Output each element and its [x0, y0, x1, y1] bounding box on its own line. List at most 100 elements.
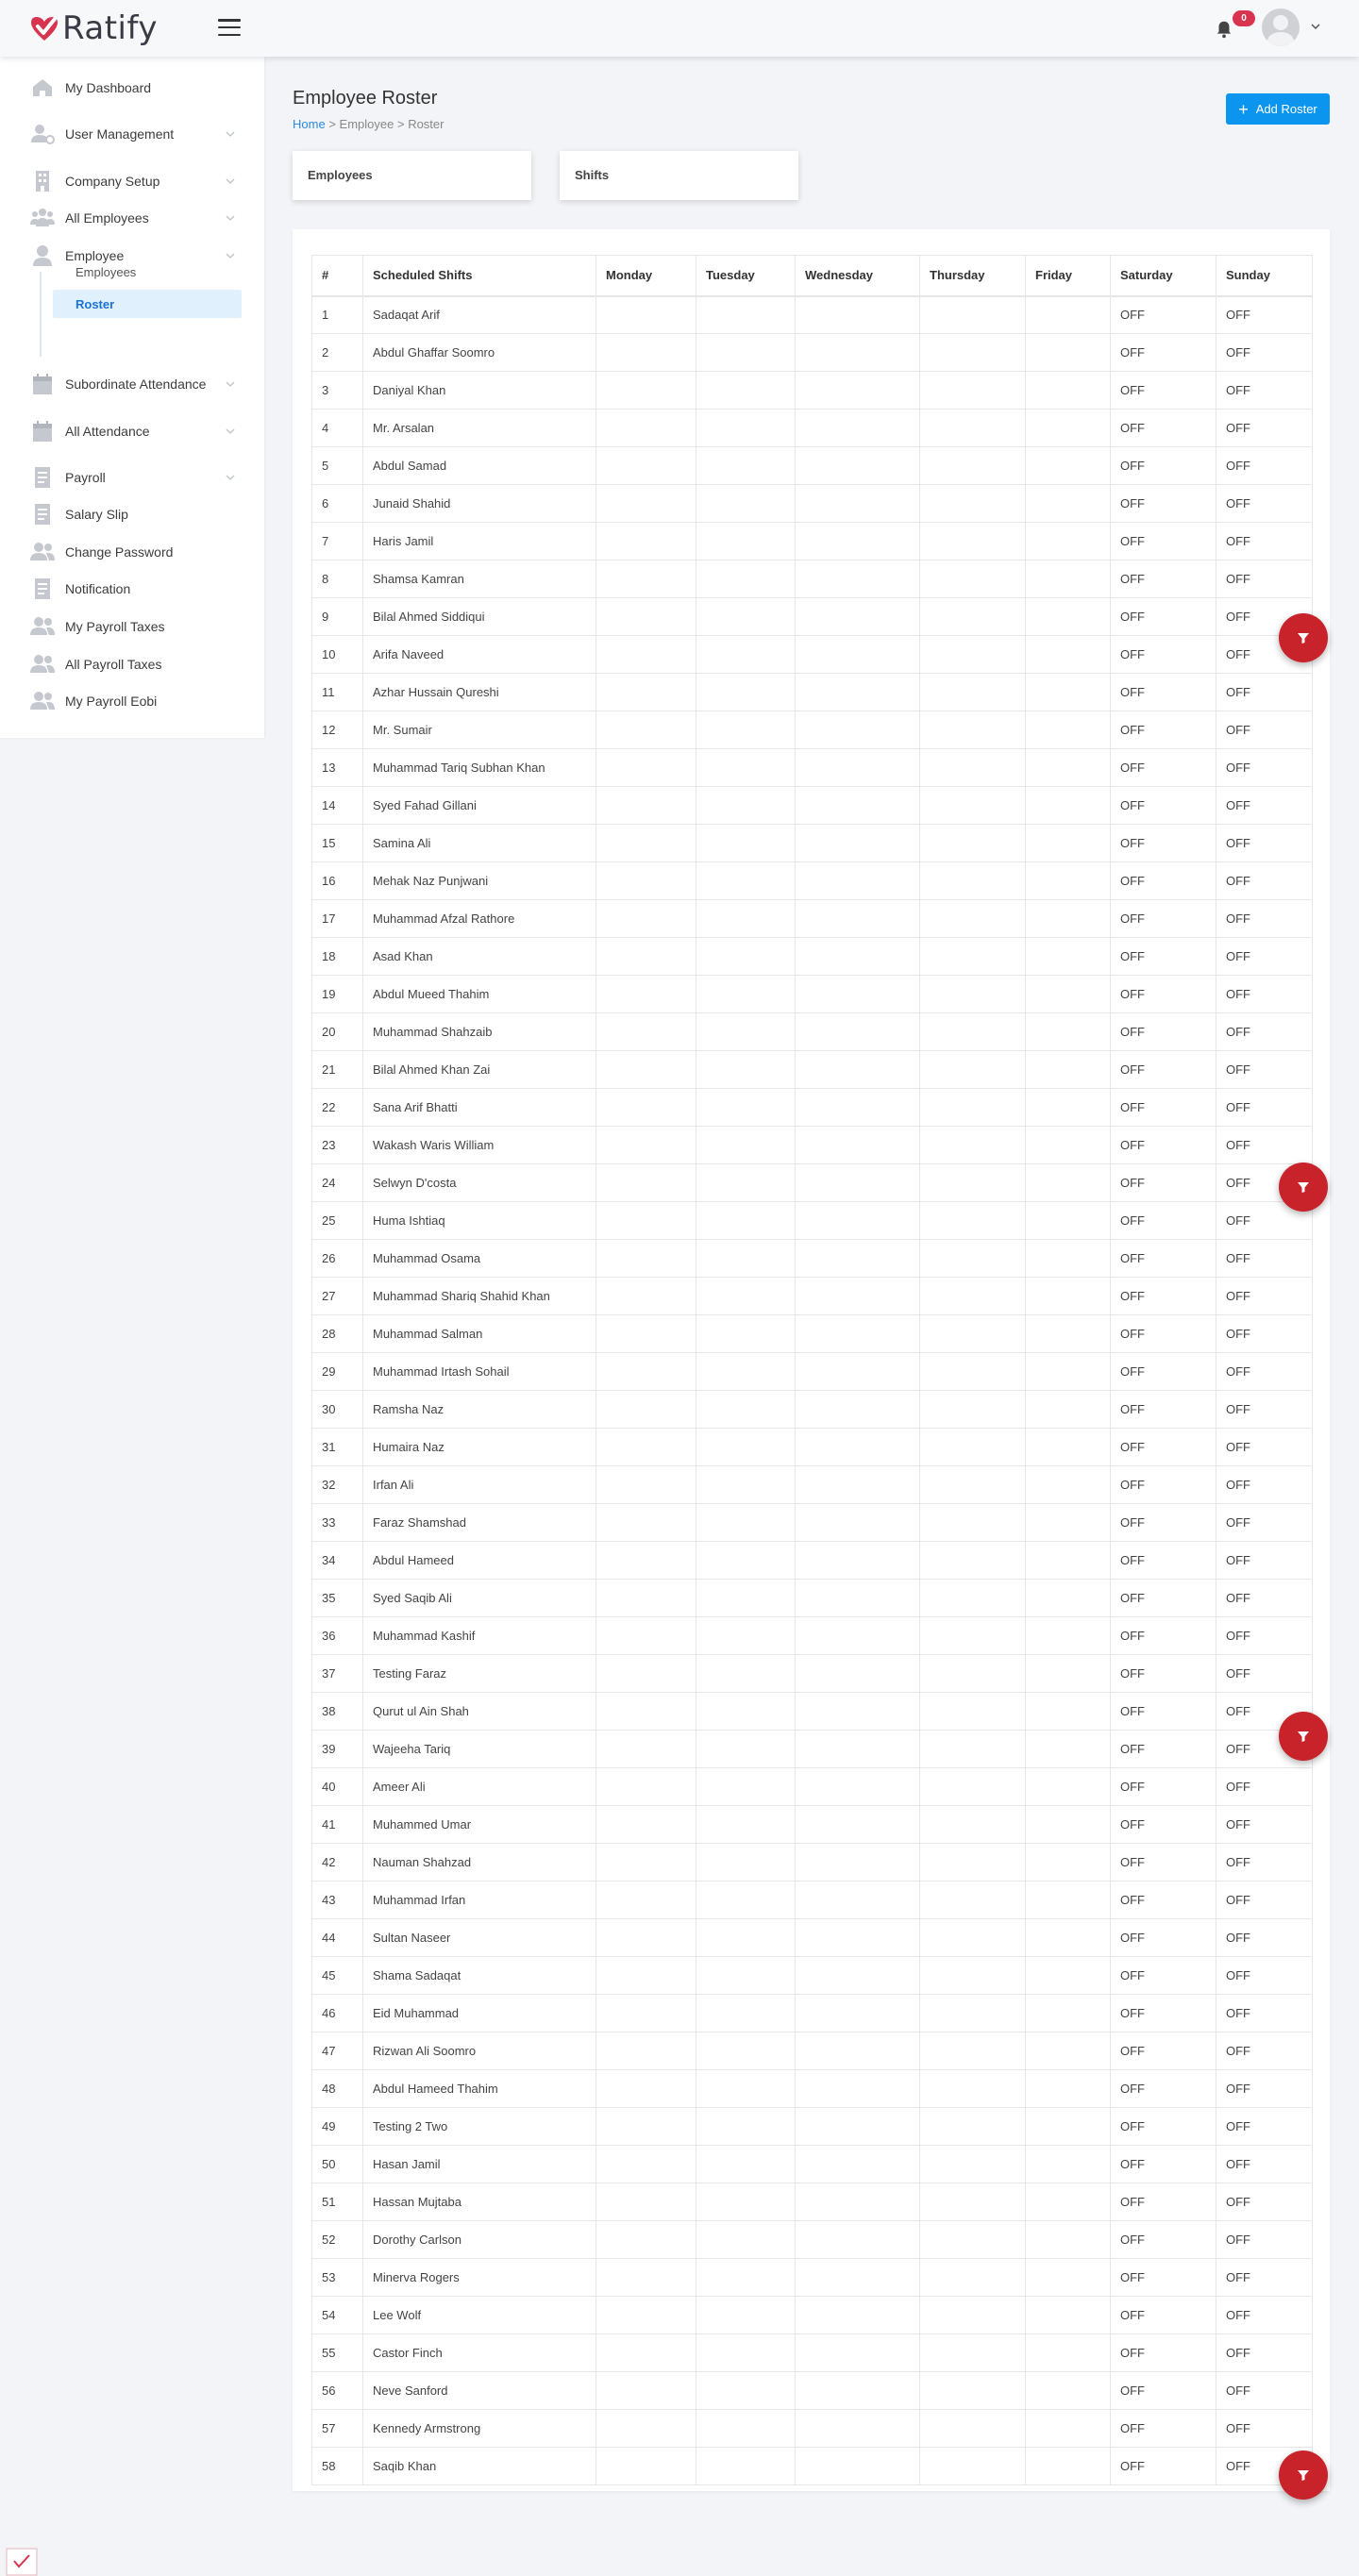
monday-shift — [596, 1163, 696, 1202]
add-roster-button[interactable]: + Add Roster — [1226, 93, 1330, 125]
row-number: 41 — [311, 1805, 363, 1844]
sunday-shift: OFF — [1216, 1918, 1313, 1957]
sidebar-item-label: My Payroll Eobi — [65, 694, 158, 709]
thursday-shift — [919, 1088, 1026, 1127]
thursday-shift — [919, 1126, 1026, 1164]
friday-shift — [1025, 1767, 1111, 1806]
sidebar-item-user-management[interactable]: User Management — [28, 120, 236, 148]
thursday-shift — [919, 1994, 1026, 2032]
friday-shift — [1025, 371, 1111, 410]
chevron-down-icon[interactable] — [225, 176, 236, 187]
column-header-tuesday: Tuesday — [696, 255, 796, 297]
tuesday-shift — [696, 2258, 796, 2297]
employee-name: Testing Faraz — [362, 1654, 596, 1693]
row-number: 50 — [311, 2145, 363, 2183]
wednesday-shift — [795, 333, 920, 372]
thursday-shift — [919, 1277, 1026, 1315]
sunday-shift: OFF — [1216, 2220, 1313, 2259]
row-number: 46 — [311, 1994, 363, 2032]
table-row: 34 Abdul Hameed OFF OFF — [311, 1541, 1313, 1580]
thursday-shift — [919, 1956, 1026, 1995]
filter-button[interactable] — [1279, 1163, 1328, 1212]
saturday-shift: OFF — [1110, 1428, 1216, 1466]
saturday-shift: OFF — [1110, 1805, 1216, 1844]
monday-shift — [596, 2371, 696, 2410]
chevron-down-icon[interactable] — [225, 128, 236, 140]
monday-shift — [596, 786, 696, 825]
sidebar-item-label: All Payroll Taxes — [65, 657, 162, 672]
saturday-shift: OFF — [1110, 1881, 1216, 1919]
table-row: 21 Bilal Ahmed Khan Zai OFF OFF — [311, 1050, 1313, 1089]
breadcrumb-home-link[interactable]: Home — [293, 117, 326, 131]
chevron-down-icon[interactable] — [225, 378, 236, 390]
saturday-shift: OFF — [1110, 1541, 1216, 1580]
sidebar-item-my-payroll-taxes[interactable]: My Payroll Taxes — [28, 612, 236, 641]
friday-shift — [1025, 2069, 1111, 2108]
sidebar-item-all-attendance[interactable]: All Attendance — [28, 417, 236, 445]
employee-name: Nauman Shahzad — [362, 1843, 596, 1882]
monday-shift — [596, 1994, 696, 2032]
wednesday-shift — [795, 295, 920, 334]
chevron-down-icon[interactable] — [1310, 21, 1321, 32]
filter-button[interactable] — [1279, 2451, 1328, 2500]
row-number: 20 — [311, 1012, 363, 1051]
friday-shift — [1025, 1541, 1111, 1580]
friday-shift — [1025, 824, 1111, 862]
thursday-shift — [919, 899, 1026, 938]
tuesday-shift — [696, 2032, 796, 2070]
sidebar-item-company-setup[interactable]: Company Setup — [28, 167, 236, 195]
monday-shift — [596, 937, 696, 976]
saturday-shift: OFF — [1110, 786, 1216, 825]
table-row: 37 Testing Faraz OFF OFF — [311, 1654, 1313, 1693]
saturday-shift: OFF — [1110, 2409, 1216, 2448]
wednesday-shift — [795, 522, 920, 560]
saturday-shift: OFF — [1110, 2296, 1216, 2334]
saturday-shift: OFF — [1110, 2183, 1216, 2221]
sidebar-item-my-payroll-eobi[interactable]: My Payroll Eobi — [28, 687, 236, 715]
table-row: 57 Kennedy Armstrong OFF OFF — [311, 2409, 1313, 2448]
thursday-shift — [919, 1012, 1026, 1051]
friday-shift — [1025, 1126, 1111, 1164]
table-row: 23 Wakash Waris William OFF OFF — [311, 1126, 1313, 1164]
sidebar-item-label: All Employees — [65, 210, 149, 226]
sunday-shift: OFF — [1216, 2107, 1313, 2146]
chevron-down-icon[interactable] — [225, 212, 236, 224]
tuesday-shift — [696, 333, 796, 372]
monday-shift — [596, 1918, 696, 1957]
thursday-shift — [919, 1616, 1026, 1655]
tab-shifts[interactable]: Shifts — [560, 151, 798, 200]
sidebar-item-salary-slip[interactable]: Salary Slip — [28, 500, 236, 528]
sunday-shift: OFF — [1216, 786, 1313, 825]
filter-button[interactable] — [1279, 1712, 1328, 1761]
sidebar-subitem-roster[interactable]: Roster — [53, 290, 242, 318]
sidebar-item-my-dashboard[interactable]: My Dashboard — [28, 74, 236, 102]
menu-toggle-icon[interactable] — [218, 19, 241, 36]
sunday-shift: OFF — [1216, 1390, 1313, 1429]
tuesday-shift — [696, 1314, 796, 1353]
tab-employees[interactable]: Employees — [293, 151, 531, 200]
sidebar-item-all-employees[interactable]: All Employees — [28, 204, 236, 232]
employee-name: Syed Fahad Gillani — [362, 786, 596, 825]
chevron-down-icon[interactable] — [225, 426, 236, 437]
sunday-shift: OFF — [1216, 522, 1313, 560]
friday-shift — [1025, 1050, 1111, 1089]
tuesday-shift — [696, 1805, 796, 1844]
avatar[interactable] — [1262, 8, 1300, 46]
sunday-shift: OFF — [1216, 295, 1313, 334]
filter-button[interactable] — [1279, 613, 1328, 662]
sidebar-item-payroll[interactable]: Payroll — [28, 463, 236, 492]
row-number: 53 — [311, 2258, 363, 2297]
sidebar-item-label: Payroll — [65, 470, 106, 485]
employee-name: Lee Wolf — [362, 2296, 596, 2334]
sidebar-item-change-password[interactable]: Change Password — [28, 538, 236, 566]
monday-shift — [596, 1616, 696, 1655]
sidebar-item-all-payroll-taxes[interactable]: All Payroll Taxes — [28, 650, 236, 678]
chevron-down-icon[interactable] — [225, 472, 236, 483]
ratify-logo[interactable]: Ratify — [28, 11, 158, 45]
bell-icon[interactable] — [1214, 19, 1234, 40]
sunday-shift: OFF — [1216, 899, 1313, 938]
wednesday-shift — [795, 1579, 920, 1617]
sidebar-item-notification[interactable]: Notification — [28, 575, 236, 603]
sidebar-subitem-employees[interactable]: Employees — [53, 258, 242, 286]
sidebar-item-subordinate-attendance[interactable]: Subordinate Attendance — [28, 370, 236, 398]
